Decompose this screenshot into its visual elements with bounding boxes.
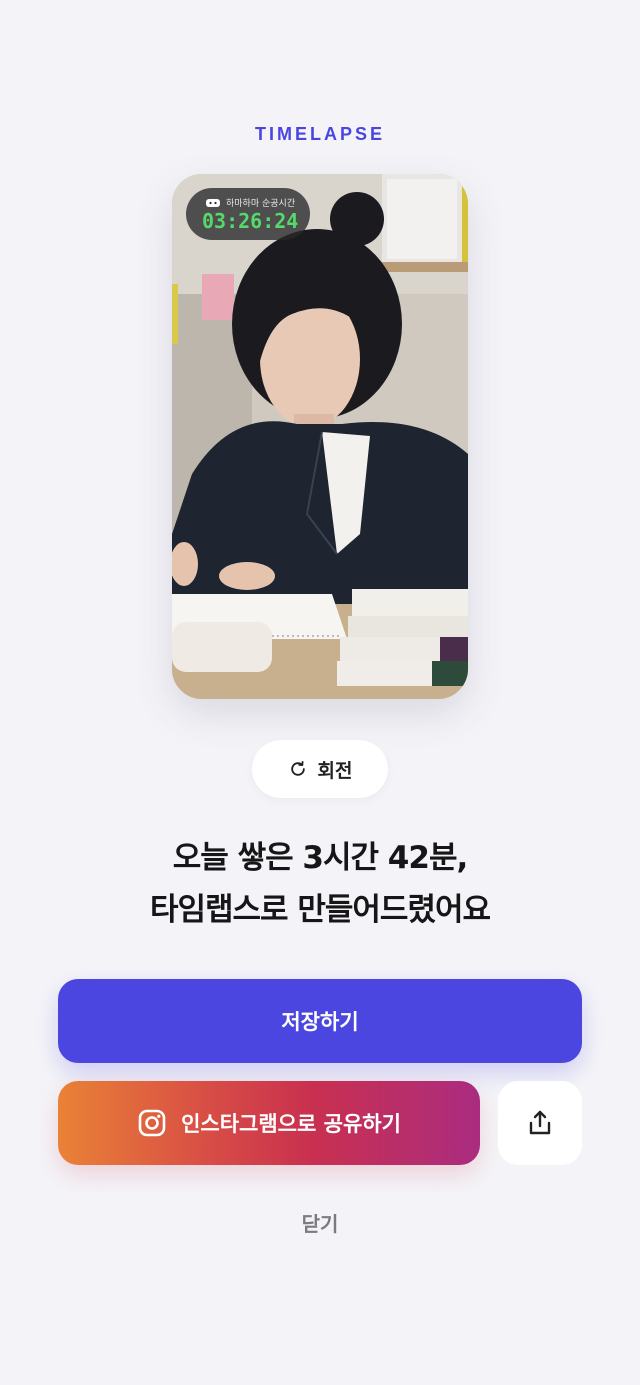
- headline: 오늘 쌓은 3시간 42분, 타임랩스로 만들어드렸어요: [0, 832, 640, 936]
- share-icon: [529, 1110, 551, 1135]
- rotate-icon: [290, 761, 305, 776]
- instagram-share-button[interactable]: 인스타그램으로 공유하기: [58, 1081, 480, 1165]
- timer-value: 03:26:24: [202, 209, 299, 233]
- headline-line-2: 타임랩스로 만들어드렸어요: [149, 892, 491, 928]
- rotate-label: 회전: [317, 759, 353, 782]
- study-photo: [172, 174, 468, 699]
- save-button[interactable]: 저장하기: [58, 979, 582, 1063]
- robot-icon: [206, 199, 220, 207]
- instagram-icon: [138, 1109, 166, 1137]
- instagram-share-label: 인스타그램으로 공유하기: [181, 1112, 401, 1136]
- close-button[interactable]: 닫기: [270, 1202, 370, 1242]
- share-button[interactable]: [498, 1081, 582, 1165]
- headline-line-1: 오늘 쌓은 3시간 42분,: [172, 840, 469, 876]
- rotate-button[interactable]: 회전: [252, 740, 388, 798]
- study-timer-badge: 하마하마 순공시간 03:26:24: [186, 188, 310, 240]
- timelapse-preview[interactable]: 하마하마 순공시간 03:26:24: [172, 174, 468, 699]
- timer-label: 하마하마 순공시간: [226, 199, 296, 209]
- timelapse-result-screen: TIMELAPSE 하마하마 순공시간 03:26:24 회전 오늘 쌓은 3시…: [0, 0, 640, 1385]
- eyebrow-title: TIMELAPSE: [254, 124, 385, 144]
